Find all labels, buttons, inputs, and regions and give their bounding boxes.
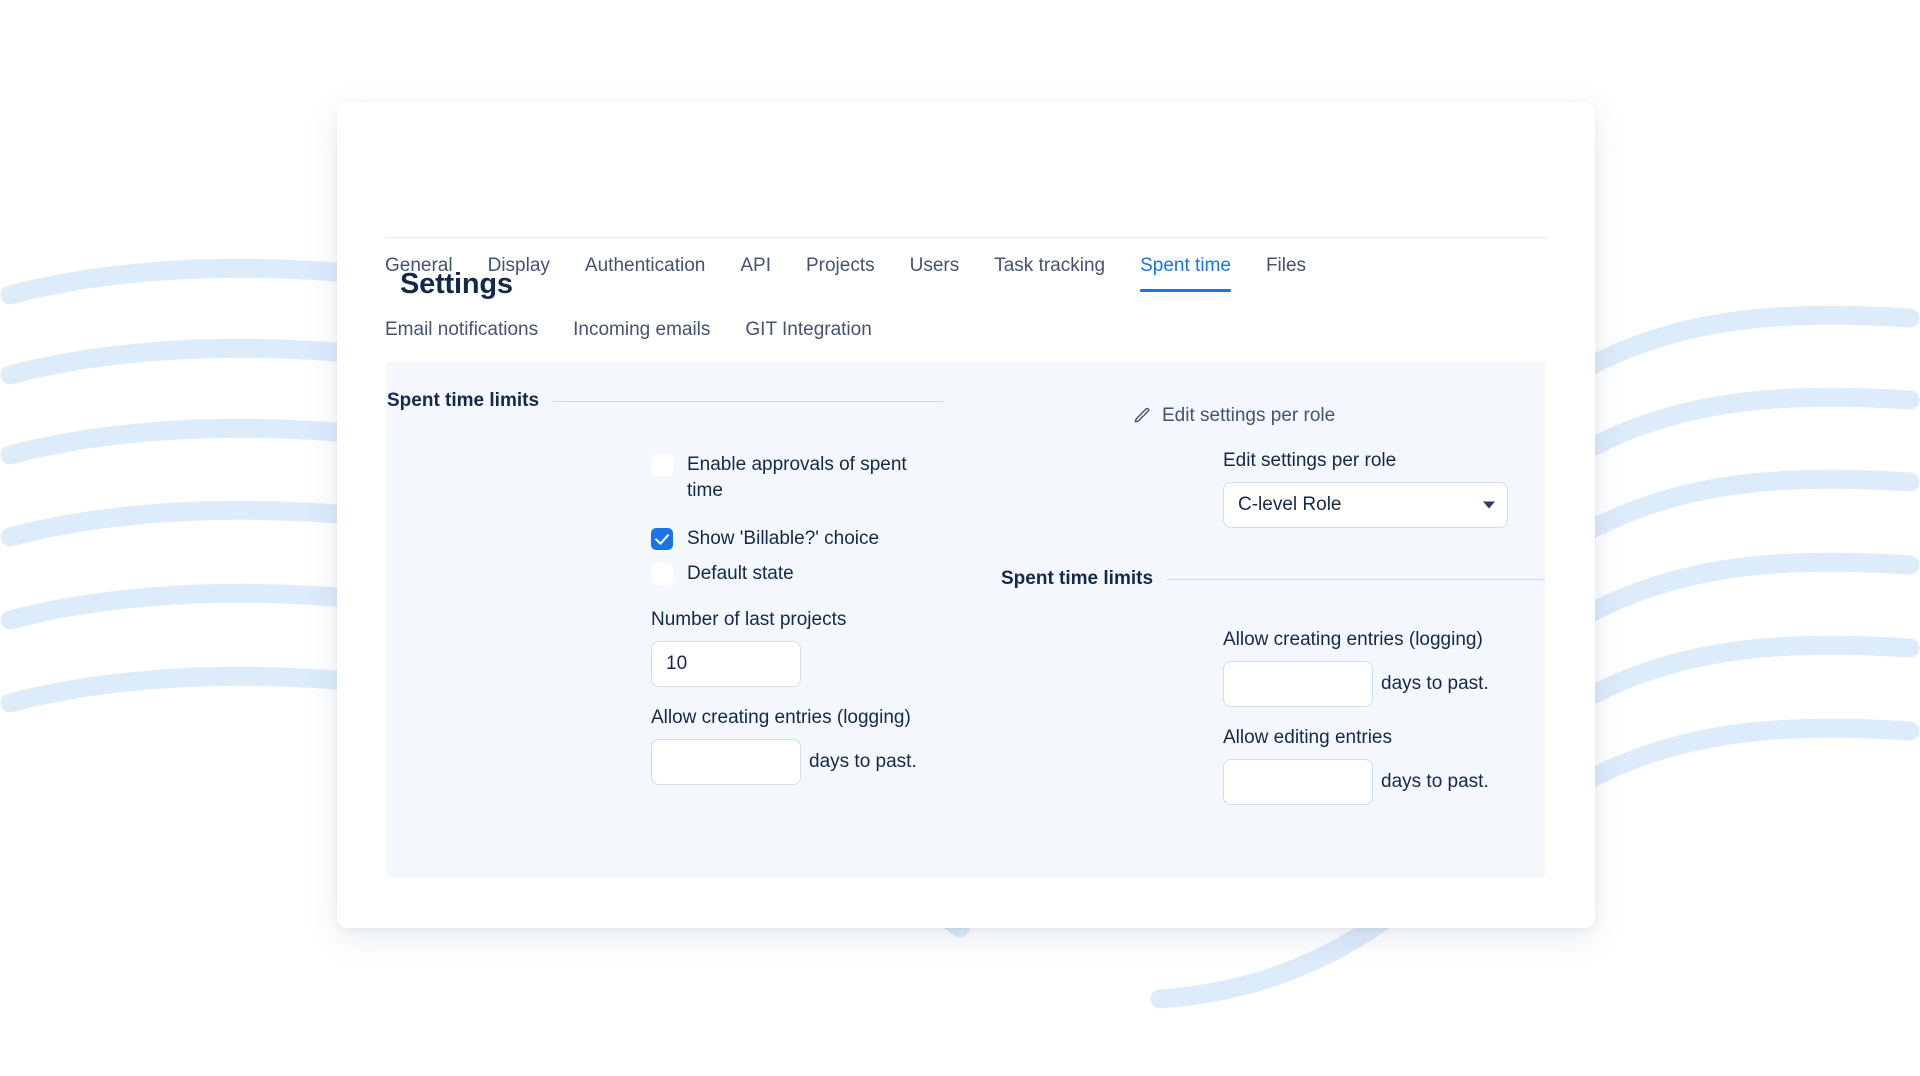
label-edit-settings-per-role: Edit settings per role — [1223, 448, 1513, 474]
label-number-of-last-projects: Number of last projects — [651, 607, 941, 633]
role-selector-block: Edit settings per role C-level Role — [1223, 448, 1513, 528]
checkbox-show-billable[interactable] — [651, 528, 673, 550]
section-header-spent-time-limits-global: Spent time limits — [387, 390, 943, 412]
tab-users[interactable]: Users — [910, 238, 960, 292]
inline-row-creating-entries: days to past. — [651, 739, 941, 785]
field-group-creating-entries-global: Allow creating entries (logging) days to… — [651, 705, 941, 785]
per-role-fields: Allow creating entries (logging) days to… — [1223, 627, 1523, 823]
checkbox-default-state[interactable] — [651, 563, 673, 585]
field-group-creating-entries-role: Allow creating entries (logging) days to… — [1223, 627, 1523, 707]
tab-git-integration[interactable]: GIT Integration — [745, 302, 871, 356]
checkbox-row-default-state[interactable]: Default state — [651, 561, 941, 587]
tab-email-notifications[interactable]: Email notifications — [385, 302, 538, 356]
section-header-spent-time-limits-role: Spent time limits — [1001, 568, 1545, 590]
tab-row-secondary: Email notifications Incoming emails GIT … — [385, 302, 1547, 356]
tab-api[interactable]: API — [740, 238, 771, 292]
tab-display[interactable]: Display — [488, 238, 550, 292]
tab-spent-time[interactable]: Spent time — [1140, 238, 1231, 292]
inline-row-creating-entries-role: days to past. — [1223, 661, 1523, 707]
field-group-editing-entries-role: Allow editing entries days to past. — [1223, 725, 1523, 805]
select-role[interactable]: C-level Role — [1223, 482, 1508, 528]
input-allow-creating-entries-days[interactable] — [651, 739, 801, 785]
tab-files[interactable]: Files — [1266, 238, 1306, 292]
checkbox-row-show-billable[interactable]: Show 'Billable?' choice — [651, 526, 941, 552]
checkbox-label-show-billable: Show 'Billable?' choice — [687, 526, 879, 552]
checkbox-row-enable-approvals[interactable]: Enable approvals of spent time — [651, 452, 941, 504]
label-allow-creating-entries: Allow creating entries (logging) — [651, 705, 941, 731]
field-group-last-projects: Number of last projects — [651, 607, 941, 687]
settings-column-global: Spent time limits Enable approvals of sp… — [386, 362, 961, 877]
suffix-days-to-past-creating-role: days to past. — [1381, 673, 1489, 695]
tab-general[interactable]: General — [385, 238, 453, 292]
checkbox-label-default-state: Default state — [687, 561, 794, 587]
section-title-role: Spent time limits — [1001, 568, 1153, 590]
edit-settings-per-role-link[interactable]: Edit settings per role — [1132, 405, 1335, 427]
tab-task-tracking[interactable]: Task tracking — [994, 238, 1105, 292]
tab-row-primary: General Display Authentication API Proje… — [385, 238, 1547, 292]
edit-settings-per-role-label: Edit settings per role — [1162, 405, 1335, 427]
settings-card: Settings General Display Authentication … — [337, 102, 1595, 928]
tab-incoming-emails[interactable]: Incoming emails — [573, 302, 710, 356]
settings-tabs: General Display Authentication API Proje… — [385, 238, 1547, 356]
checkbox-enable-approvals[interactable] — [651, 454, 673, 476]
input-allow-editing-entries-days-role[interactable] — [1223, 759, 1373, 805]
checkbox-label-enable-approvals: Enable approvals of spent time — [687, 452, 941, 504]
tab-authentication[interactable]: Authentication — [585, 238, 705, 292]
inline-row-editing-entries-role: days to past. — [1223, 759, 1523, 805]
section-rule-role — [1167, 579, 1545, 580]
input-number-of-last-projects[interactable] — [651, 641, 801, 687]
pencil-icon — [1132, 406, 1152, 426]
input-allow-creating-entries-days-role[interactable] — [1223, 661, 1373, 707]
spent-time-settings-panel: Spent time limits Enable approvals of sp… — [386, 362, 1545, 877]
role-select-wrapper[interactable]: C-level Role — [1223, 482, 1508, 528]
settings-column-per-role: Edit settings per role Edit settings per… — [961, 362, 1545, 877]
global-fields: Enable approvals of spent time Show 'Bil… — [651, 452, 941, 803]
tab-projects[interactable]: Projects — [806, 238, 875, 292]
label-allow-editing-entries-role: Allow editing entries — [1223, 725, 1523, 751]
label-allow-creating-entries-role: Allow creating entries (logging) — [1223, 627, 1523, 653]
suffix-days-to-past-editing-role: days to past. — [1381, 771, 1489, 793]
section-title: Spent time limits — [387, 390, 539, 412]
section-rule — [553, 401, 943, 402]
suffix-days-to-past-creating: days to past. — [809, 751, 917, 773]
